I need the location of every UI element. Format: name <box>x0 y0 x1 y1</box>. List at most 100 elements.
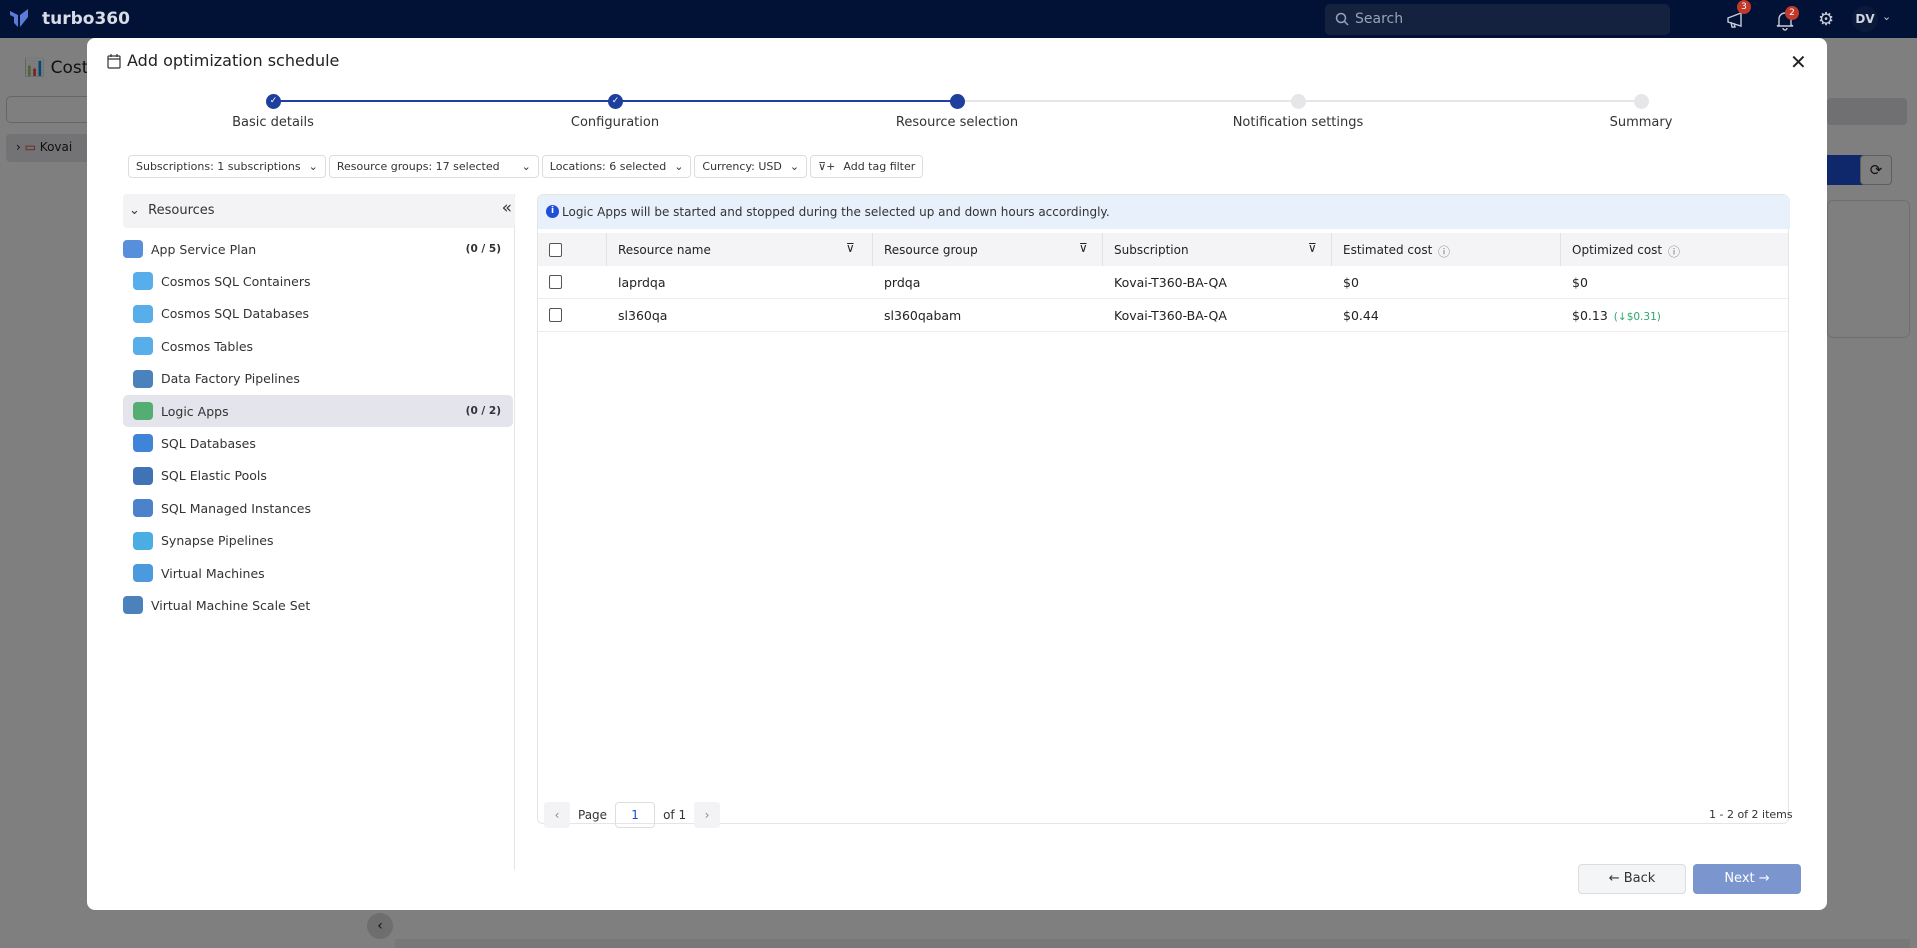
resource-type-item[interactable]: Data Factory Pipelines <box>123 363 513 395</box>
locations-filter[interactable]: Locations: 6 selected ⌄ <box>541 155 692 178</box>
step-label: Summary <box>1609 115 1673 130</box>
selection-count: (0 / 2) <box>465 405 501 417</box>
savings-amount: (↓$0.31) <box>1613 311 1661 323</box>
data-factory-icon <box>133 369 153 388</box>
app-service-plan-icon <box>123 240 143 258</box>
info-icon: ⓘ <box>1438 245 1451 259</box>
filter-icon[interactable]: ⊽ <box>1308 241 1317 255</box>
dialog-title: Add optimization schedule <box>107 51 339 70</box>
sql-managed-instance-icon <box>133 499 153 518</box>
table-header: Resource name ⊽ Resource group ⊽ Subscri… <box>538 233 1788 266</box>
page-number-input[interactable]: 1 <box>615 802 656 828</box>
announcements-button[interactable]: 3 <box>1725 0 1751 31</box>
resource-name: sl360qa <box>618 308 668 323</box>
select-all-checkbox[interactable] <box>549 243 562 257</box>
info-icon: ⓘ <box>1668 245 1681 259</box>
resource-type-item[interactable]: Synapse Pipelines <box>123 525 513 557</box>
user-avatar[interactable]: DV <box>1852 6 1878 32</box>
next-page-button[interactable]: › <box>694 802 721 828</box>
resource-type-item[interactable]: Cosmos SQL Databases <box>123 298 513 330</box>
table-row: laprdqa prdqa Kovai-T360-BA-QA $0 $0 <box>538 266 1788 299</box>
estimated-cost: $0.44 <box>1343 308 1379 323</box>
row-checkbox[interactable] <box>549 308 562 322</box>
row-checkbox[interactable] <box>549 275 562 289</box>
resources-header[interactable]: ⌄ Resources <box>123 194 515 228</box>
column-subscription: Subscription <box>1114 243 1189 257</box>
selection-count: (0 / 5) <box>465 243 501 255</box>
resource-type-item[interactable]: Logic Apps (0 / 2) <box>123 395 513 427</box>
search-input[interactable]: Search <box>1325 4 1670 35</box>
search-icon <box>1335 12 1349 26</box>
chevron-down-icon: ⌄ <box>129 203 140 218</box>
arrow-left-icon: ← <box>1608 871 1620 886</box>
currency-filter[interactable]: Currency: USD ⌄ <box>694 155 808 178</box>
subscription: Kovai-T360-BA-QA <box>1114 308 1227 323</box>
calendar-icon <box>107 53 121 69</box>
filter-icon[interactable]: ⊽ <box>846 241 855 255</box>
notifications-button[interactable]: 2 <box>1774 6 1799 31</box>
step-indicator-5 <box>1634 94 1649 109</box>
turbo360-logo <box>10 9 28 27</box>
cosmos-db-icon <box>133 337 153 356</box>
resource-groups-filter[interactable]: Resource groups: 17 selected ⌄ <box>328 155 539 178</box>
item-count: 1 - 2 of 2 items <box>1709 808 1793 821</box>
resource-type-item[interactable]: Virtual Machines <box>123 557 513 589</box>
cosmos-db-icon <box>133 304 153 323</box>
collapse-panel-icon[interactable]: « <box>502 198 512 218</box>
resource-name: laprdqa <box>618 275 666 290</box>
subscriptions-filter[interactable]: Subscriptions: 1 subscriptions ⌄ <box>128 155 326 178</box>
column-optimized-cost: Optimized cost <box>1572 243 1663 257</box>
resources-panel: ⌄ Resources « App Service Plan (0 / 5) Cos… <box>123 194 515 870</box>
chevron-down-icon: ⌄ <box>308 160 318 173</box>
resource-table-panel: i Logic Apps will be started and stopped … <box>537 194 1790 824</box>
arrow-right-icon: → <box>1758 871 1770 886</box>
user-menu-chevron-icon[interactable]: ⌄ <box>1882 10 1891 23</box>
cosmos-db-icon <box>133 272 153 291</box>
logic-apps-icon <box>133 402 153 420</box>
filter-bar: Subscriptions: 1 subscriptions ⌄ Resource… <box>128 155 924 178</box>
resource-type-item[interactable]: Cosmos Tables <box>123 330 513 362</box>
pagination: ‹ Page 1 of 1 › <box>544 802 721 828</box>
resource-type-item[interactable]: SQL Databases <box>123 427 513 459</box>
step-label: Notification settings <box>1232 115 1364 130</box>
column-resource-name: Resource name <box>618 243 711 257</box>
step-label: Configuration <box>570 115 660 130</box>
column-estimated-cost: Estimated cost <box>1343 243 1433 257</box>
back-button[interactable]: ← Back <box>1578 864 1686 894</box>
close-icon[interactable]: ✕ <box>1790 50 1807 74</box>
settings-gear-icon[interactable]: ⚙ <box>1818 9 1840 31</box>
add-tag-filter-button[interactable]: ⊽+ Add tag filter <box>810 155 924 178</box>
next-button[interactable]: Next → <box>1693 864 1801 894</box>
resource-type-item[interactable]: Virtual Machine Scale Set <box>123 589 513 621</box>
table-row: sl360qa sl360qabam Kovai-T360-BA-QA $0.44 $0… <box>538 299 1788 332</box>
step-label: Basic details <box>232 115 314 130</box>
optimized-cost: $0 <box>1572 275 1588 290</box>
info-banner: i Logic Apps will be started and stopped … <box>538 195 1790 229</box>
virtual-machine-icon <box>133 564 153 582</box>
filter-icon[interactable]: ⊽ <box>1079 241 1088 255</box>
filter-plus-icon: ⊽+ <box>818 160 836 173</box>
announcements-badge: 3 <box>1737 0 1751 14</box>
chevron-down-icon: ⌄ <box>789 160 800 173</box>
step-indicator-3 <box>950 94 965 109</box>
previous-page-button[interactable]: ‹ <box>544 802 570 828</box>
optimized-cost: $0.13 <box>1572 308 1608 323</box>
notifications-badge: 2 <box>1785 6 1799 20</box>
resource-group: prdqa <box>884 275 921 290</box>
estimated-cost: $0 <box>1343 275 1359 290</box>
chevron-down-icon: ⌄ <box>674 160 684 173</box>
subscription: Kovai-T360-BA-QA <box>1114 275 1227 290</box>
resource-type-item[interactable]: SQL Managed Instances <box>123 492 513 524</box>
resource-type-item[interactable]: App Service Plan (0 / 5) <box>123 233 513 265</box>
synapse-icon <box>133 531 153 550</box>
column-resource-group: Resource group <box>884 243 978 257</box>
step-indicator-2: ✓ <box>608 94 623 109</box>
info-icon: i <box>546 205 559 218</box>
resource-group: sl360qabam <box>884 308 962 323</box>
search-placeholder: Search <box>1355 11 1404 27</box>
resource-type-item[interactable]: Cosmos SQL Containers <box>123 265 513 297</box>
add-optimization-schedule-dialog: Add optimization schedule ✕ ✓ Basic detai… <box>87 38 1827 910</box>
vm-scale-set-icon <box>123 596 143 615</box>
step-label: Resource selection <box>895 115 1019 130</box>
resource-type-item[interactable]: SQL Elastic Pools <box>123 460 513 492</box>
